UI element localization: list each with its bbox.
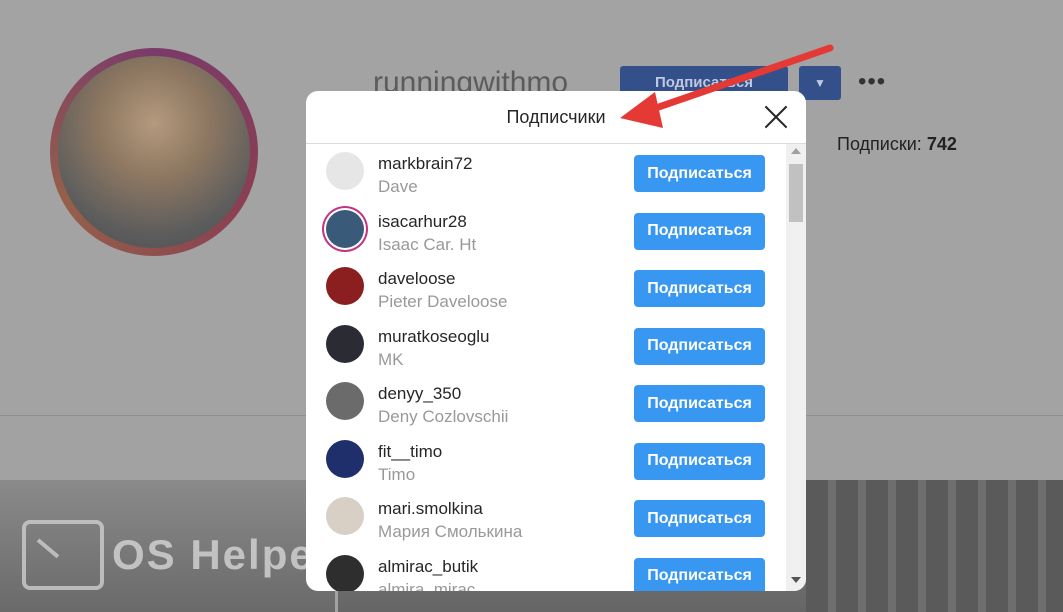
follow-button[interactable]: Подписаться	[634, 442, 765, 480]
avatar[interactable]	[326, 267, 364, 305]
scroll-up-icon[interactable]	[791, 148, 801, 154]
modal-header: Подписчики	[306, 91, 806, 144]
follower-username[interactable]: denyy_350	[378, 384, 461, 404]
follow-button[interactable]: Подписаться	[634, 155, 765, 192]
avatar[interactable]	[326, 324, 364, 363]
follow-button[interactable]: Подписаться	[634, 557, 765, 591]
follower-full-name: Мария Смолькина	[378, 522, 523, 541]
subscriptions-label: Подписки:	[837, 134, 922, 154]
list-item: daveloose Pieter Daveloose Подписаться	[306, 259, 786, 316]
avatar[interactable]	[326, 497, 364, 535]
watermark: OS Helper	[22, 520, 333, 590]
follower-username[interactable]: muratkoseoglu	[378, 327, 490, 347]
list-item: mari.smolkina Мария Смолькина Подписаться	[306, 489, 786, 546]
scroll-down-icon[interactable]	[791, 577, 801, 583]
follower-full-name: Isaac Car. Ht	[378, 234, 477, 254]
close-icon[interactable]	[762, 103, 790, 131]
follower-full-name: Dave	[378, 177, 418, 196]
follow-button[interactable]: Подписаться	[634, 327, 765, 365]
follower-username[interactable]: fit__timo	[378, 442, 442, 462]
follower-full-name: Timo	[378, 464, 416, 484]
watermark-logo-icon	[22, 520, 104, 590]
modal-title: Подписчики	[506, 107, 606, 127]
avatar[interactable]	[326, 209, 364, 248]
avatar[interactable]	[326, 382, 364, 420]
follow-button[interactable]: Подписаться	[634, 500, 765, 537]
follow-button[interactable]: Подписаться	[634, 270, 765, 307]
follower-full-name: almira_mirac	[378, 579, 476, 592]
scrollbar[interactable]	[786, 144, 806, 591]
list-item: muratkoseoglu MK Подписаться	[306, 317, 786, 374]
profile-avatar	[58, 56, 250, 248]
follower-username[interactable]: daveloose	[378, 269, 456, 289]
subscriptions-count: Подписки: 742	[837, 134, 957, 155]
followers-list: markbrain72 Dave Подписаться isacarhur28 Isa…	[306, 144, 786, 591]
list-item: denyy_350 Deny Cozlovschii Подписаться	[306, 374, 786, 431]
follower-username[interactable]: almirac_butik	[378, 557, 478, 577]
avatar[interactable]	[326, 554, 364, 591]
follow-button[interactable]: Подписаться	[634, 385, 765, 422]
avatar[interactable]	[326, 152, 364, 190]
follower-username[interactable]: markbrain72	[378, 154, 473, 174]
list-item: markbrain72 Dave Подписаться	[306, 144, 786, 201]
avatar[interactable]	[326, 439, 364, 478]
follower-username[interactable]: isacarhur28	[378, 212, 467, 232]
subscriptions-value: 742	[926, 134, 957, 154]
post-thumbnail	[806, 480, 1063, 612]
follower-full-name: MK	[378, 349, 404, 369]
list-item: almirac_butik almira_mirac Подписаться	[306, 547, 786, 592]
more-options-icon: •••	[858, 68, 887, 95]
list-item: fit__timo Timo Подписаться	[306, 432, 786, 489]
follow-button[interactable]: Подписаться	[634, 212, 765, 250]
watermark-text: OS Helper	[112, 531, 334, 578]
scrollbar-thumb[interactable]	[789, 164, 803, 222]
follower-full-name: Pieter Daveloose	[378, 292, 508, 311]
list-item: isacarhur28 Isaac Car. Ht Подписаться	[306, 202, 786, 259]
follower-username[interactable]: mari.smolkina	[378, 499, 483, 519]
followers-modal: Подписчики markbrain72 Dave Подписаться isa…	[306, 91, 806, 591]
follower-full-name: Deny Cozlovschii	[378, 407, 509, 426]
